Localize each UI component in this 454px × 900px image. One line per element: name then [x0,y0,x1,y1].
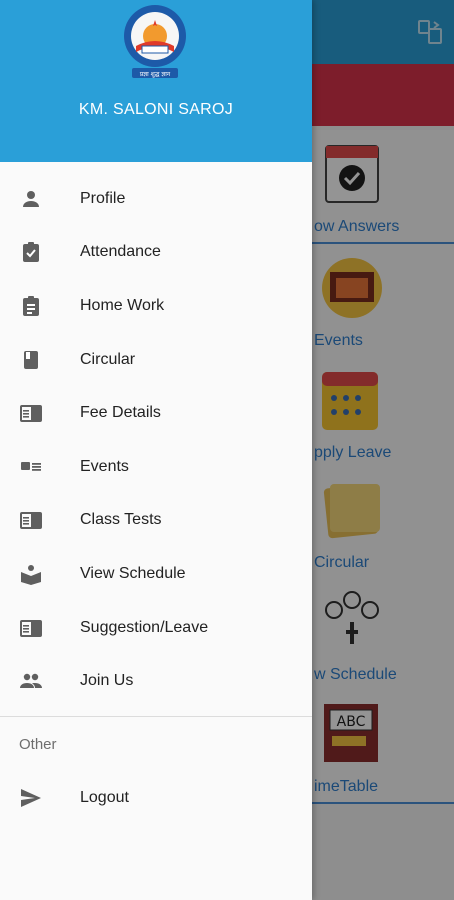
chrome-reader-mode-icon [20,405,42,423]
menu-item-label: Home Work [80,296,165,314]
menu-item-label: Join Us [80,672,134,690]
send-icon [21,789,41,807]
menu-item-label: Fee Details [80,404,161,422]
drawer-menu: Profile Attendance Home Work Circular Fe… [0,172,312,708]
featured-play-list-icon [21,461,41,471]
navigation-drawer: प्रज्ञा शुद्ध ज्ञान KM. SALONI SAROJ Pro… [0,0,312,900]
people-icon [20,673,42,689]
menu-item-label: Attendance [80,243,161,261]
menu-item-circular[interactable]: Circular [0,333,312,387]
chrome-reader-mode-icon [20,619,42,637]
person-icon [23,190,39,207]
menu-item-attendance[interactable]: Attendance [0,226,312,280]
assignment-icon [23,295,39,316]
menu-item-label: View Schedule [80,564,186,582]
menu-divider [0,716,312,717]
svg-text:प्रज्ञा शुद्ध ज्ञान: प्रज्ञा शुद्ध ज्ञान [140,71,171,78]
menu-item-class-tests[interactable]: Class Tests [0,494,312,548]
menu-item-label: Class Tests [80,511,162,529]
menu-item-fee-details[interactable]: Fee Details [0,386,312,440]
menu-item-home-work[interactable]: Home Work [0,279,312,333]
menu-item-label: Circular [80,350,136,368]
menu-item-label: Events [80,457,129,475]
section-label-other: Other [19,736,57,753]
local-library-icon [21,564,41,585]
menu-item-logout[interactable]: Logout [0,771,312,825]
menu-item-label: Suggestion/Leave [80,618,209,636]
menu-item-suggestion-leave[interactable]: Suggestion/Leave [0,601,312,655]
drawer-header: प्रज्ञा शुद्ध ज्ञान KM. SALONI SAROJ [0,0,312,162]
assignment-turned-in-icon [23,242,39,263]
menu-item-join-us[interactable]: Join Us [0,654,312,708]
chrome-reader-mode-icon [20,512,42,530]
menu-item-profile[interactable]: Profile [0,172,312,226]
book-icon [24,350,38,369]
menu-item-label: Logout [80,789,129,806]
menu-item-events[interactable]: Events [0,440,312,494]
menu-item-label: Profile [80,189,126,207]
user-name: KM. SALONI SAROJ [78,101,234,118]
menu-item-view-schedule[interactable]: View Schedule [0,547,312,601]
school-logo: प्रज्ञा शुद्ध ज्ञान [124,5,186,78]
